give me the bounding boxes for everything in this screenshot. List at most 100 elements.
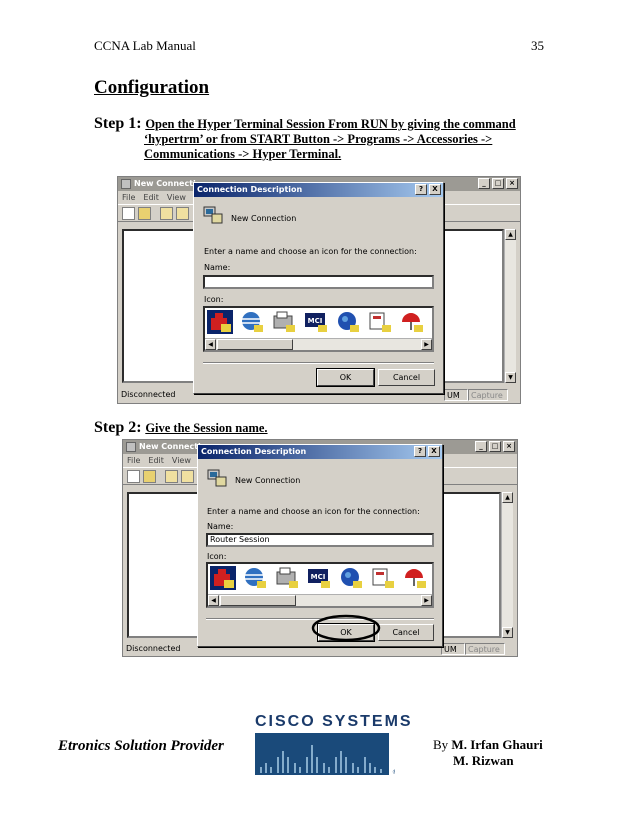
name-label: Name: bbox=[207, 522, 234, 531]
icon-scrollbar[interactable]: ◀ ▶ bbox=[208, 594, 432, 606]
umbrella-icon[interactable] bbox=[399, 310, 425, 334]
new-icon[interactable] bbox=[122, 207, 135, 220]
minimize-button[interactable]: _ bbox=[478, 178, 490, 189]
step-2-text: Give the Session name. bbox=[145, 421, 268, 435]
window-title: New Connecti bbox=[139, 442, 201, 451]
phone-icon[interactable] bbox=[210, 566, 236, 590]
connect-icon[interactable] bbox=[160, 207, 173, 220]
icon-label: Icon: bbox=[207, 552, 227, 561]
step-1-line-3: Communications -> Hyper Terminal. bbox=[144, 147, 342, 161]
divider bbox=[203, 362, 434, 364]
scroll-right-icon[interactable]: ▶ bbox=[421, 595, 432, 606]
author-prefix: By bbox=[433, 737, 449, 752]
dialog-title: Connection Description bbox=[201, 447, 307, 456]
dialog-instruction: Enter a name and choose an icon for the … bbox=[207, 507, 420, 516]
fax-icon[interactable] bbox=[271, 310, 297, 334]
new-connection-icon bbox=[207, 469, 227, 487]
status-connection: Disconnected bbox=[126, 644, 181, 653]
running-header: CCNA Lab Manual bbox=[94, 38, 196, 53]
mci-icon[interactable]: MCI bbox=[303, 310, 329, 334]
ok-highlight-circle bbox=[311, 614, 381, 642]
scroll-up-icon[interactable]: ▲ bbox=[505, 229, 516, 240]
globe-icon[interactable] bbox=[242, 566, 268, 590]
step-1-continued: ‘hypertrm’ or from START Button -> Progr… bbox=[144, 132, 544, 162]
scroll-thumb[interactable] bbox=[217, 339, 293, 350]
app-icon bbox=[121, 179, 131, 189]
scroll-left-icon[interactable]: ◀ bbox=[205, 339, 216, 350]
disconnect-icon[interactable] bbox=[181, 470, 194, 483]
maximize-button[interactable]: □ bbox=[489, 441, 501, 452]
menu-view[interactable]: View bbox=[167, 191, 186, 204]
new-icon[interactable] bbox=[127, 470, 140, 483]
step-1-line-2: ‘hypertrm’ or from START Button -> Progr… bbox=[144, 132, 493, 146]
cisco-logo: ® bbox=[255, 733, 395, 776]
scroll-down-icon[interactable]: ▼ bbox=[505, 372, 516, 383]
open-folder-icon[interactable] bbox=[143, 470, 156, 483]
menu-edit[interactable]: Edit bbox=[143, 191, 159, 204]
mci-label: MCI bbox=[308, 317, 323, 325]
step-2: Step 2: Give the Session name. bbox=[94, 419, 268, 437]
dialog-close-button[interactable]: X bbox=[428, 446, 440, 457]
name-input[interactable]: Router Session bbox=[206, 533, 434, 547]
footer-company: Etronics Solution Provider bbox=[58, 738, 224, 754]
mci-icon[interactable]: MCI bbox=[306, 566, 332, 590]
maximize-button[interactable]: □ bbox=[492, 178, 504, 189]
author-2: M. Rizwan bbox=[453, 753, 514, 768]
status-capture: Capture bbox=[468, 389, 508, 401]
dialog-close-button[interactable]: X bbox=[429, 184, 441, 195]
icon-label: Icon: bbox=[204, 295, 224, 304]
world-icon[interactable] bbox=[338, 566, 364, 590]
connection-description-dialog: Connection Description ? X New Connectio… bbox=[193, 182, 444, 394]
section-title: Configuration bbox=[94, 77, 210, 98]
cancel-button[interactable]: Cancel bbox=[378, 369, 435, 386]
author-line-1: By M. Irfan Ghauri bbox=[433, 737, 543, 753]
dialog-title-bar: Connection Description ? X bbox=[194, 183, 443, 197]
menu-file[interactable]: File bbox=[122, 191, 135, 204]
page-number: 35 bbox=[531, 38, 544, 53]
status-num: UM bbox=[441, 643, 465, 655]
globe-icon[interactable] bbox=[239, 310, 265, 334]
help-button[interactable]: ? bbox=[414, 446, 426, 457]
name-label: Name: bbox=[204, 263, 231, 272]
dialog-heading: New Connection bbox=[231, 214, 297, 223]
vertical-scrollbar[interactable]: ▲ ▼ bbox=[501, 492, 513, 638]
disconnect-icon[interactable] bbox=[176, 207, 189, 220]
close-button[interactable]: × bbox=[503, 441, 515, 452]
connect-icon[interactable] bbox=[165, 470, 178, 483]
cancel-button[interactable]: Cancel bbox=[378, 624, 434, 641]
scroll-left-icon[interactable]: ◀ bbox=[208, 595, 219, 606]
help-button[interactable]: ? bbox=[415, 184, 427, 195]
dialog-heading: New Connection bbox=[235, 476, 301, 485]
fax-icon[interactable] bbox=[274, 566, 300, 590]
scroll-right-icon[interactable]: ▶ bbox=[421, 339, 432, 350]
vertical-scrollbar[interactable]: ▲ ▼ bbox=[504, 229, 516, 383]
minimize-button[interactable]: _ bbox=[475, 441, 487, 452]
ok-button[interactable]: OK bbox=[316, 368, 375, 387]
documents-icon[interactable] bbox=[370, 566, 396, 590]
window-title: New Connecti bbox=[134, 179, 196, 188]
dialog-instruction: Enter a name and choose an icon for the … bbox=[204, 247, 417, 256]
icon-picker[interactable]: MCI ◀ ▶ bbox=[203, 306, 434, 352]
status-connection: Disconnected bbox=[121, 390, 176, 399]
close-button[interactable]: × bbox=[506, 178, 518, 189]
icon-scrollbar[interactable]: ◀ ▶ bbox=[205, 338, 432, 350]
app-icon bbox=[126, 442, 136, 452]
documents-icon[interactable] bbox=[367, 310, 393, 334]
umbrella-icon[interactable] bbox=[402, 566, 428, 590]
menu-view[interactable]: View bbox=[172, 454, 191, 467]
icon-picker[interactable]: MCI ◀ ▶ bbox=[206, 562, 434, 608]
phone-icon[interactable] bbox=[207, 310, 233, 334]
registered-mark: ® bbox=[392, 769, 395, 776]
open-folder-icon[interactable] bbox=[138, 207, 151, 220]
menu-edit[interactable]: Edit bbox=[148, 454, 164, 467]
status-capture: Capture bbox=[465, 643, 505, 655]
world-icon[interactable] bbox=[335, 310, 361, 334]
footer-authors: By M. Irfan Ghauri M. Rizwan bbox=[433, 737, 543, 769]
scroll-down-icon[interactable]: ▼ bbox=[502, 627, 513, 638]
scroll-up-icon[interactable]: ▲ bbox=[502, 492, 513, 503]
name-input[interactable] bbox=[203, 275, 434, 289]
step-1-text: Open the Hyper Terminal Session From RUN… bbox=[145, 117, 516, 131]
step-2-label: Step 2: bbox=[94, 419, 142, 436]
menu-file[interactable]: File bbox=[127, 454, 140, 467]
scroll-thumb[interactable] bbox=[220, 595, 296, 606]
